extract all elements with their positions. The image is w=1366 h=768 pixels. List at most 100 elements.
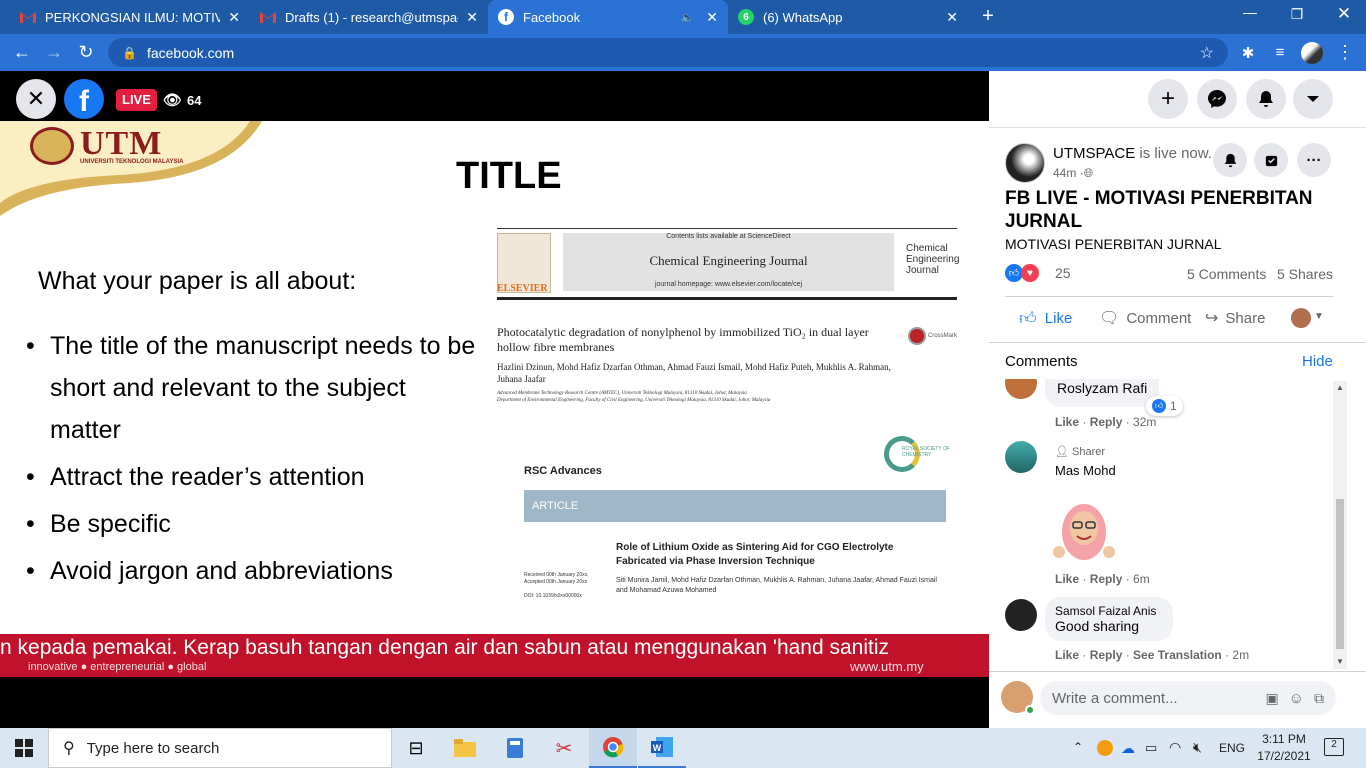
media-control-icon[interactable]: ≡ <box>1265 34 1295 71</box>
chevron-down-icon[interactable]: ▼ <box>1314 311 1324 322</box>
input-language[interactable]: ENG <box>1219 741 1245 755</box>
comments-scrollbar[interactable]: ▲ ▼ <box>1333 381 1347 669</box>
url-text: facebook.com <box>146 44 235 61</box>
gif-icon[interactable]: ⧉ <box>1314 690 1324 707</box>
scrollbar-thumb[interactable] <box>1336 499 1344 649</box>
like-button[interactable]: 👍︎ Like <box>1019 306 1072 330</box>
taskbar-clock[interactable]: 3:11 PM 17/2/2021 <box>1252 731 1316 765</box>
comment-input[interactable]: Write a comment... ▣ ☺ ⧉ <box>1040 681 1336 715</box>
close-tab-icon[interactable]: ✕ <box>466 9 478 26</box>
commenter-avatar[interactable] <box>1005 379 1037 399</box>
notifications-bell-icon[interactable] <box>1246 79 1286 119</box>
comments-heading: Comments <box>1005 353 1078 370</box>
show-hidden-icons-chevron[interactable]: ⌃ <box>1073 740 1083 754</box>
crossmark-icon <box>908 327 926 345</box>
back-button[interactable]: ← <box>7 34 37 71</box>
journal-side-label: Chemical Engineering Journal <box>906 243 960 276</box>
close-window-button[interactable]: ✕ <box>1334 4 1354 28</box>
shares-count[interactable]: 5 Shares <box>1277 266 1333 282</box>
tab-label: (6) WhatsApp <box>763 9 843 25</box>
share-button[interactable]: ↪ Share <box>1205 306 1265 330</box>
volume-muted-icon[interactable]: 🔇︎ <box>1193 739 1202 756</box>
file-explorer-icon[interactable] <box>441 728 489 768</box>
comment-time[interactable]: 6m <box>1133 572 1150 586</box>
comment-actions: Like · Reply · See Translation · 2m <box>1055 648 1250 662</box>
article1-authors: Hazlini Dzinun, Mohd Hafiz Dzarfan Othma… <box>497 362 891 384</box>
extensions-icon[interactable]: ✱ <box>1233 34 1263 71</box>
speaker-icon[interactable]: 🔈 <box>681 11 695 24</box>
scroll-down-arrow-icon[interactable]: ▼ <box>1336 657 1344 666</box>
facebook-logo-icon[interactable]: f <box>64 79 104 119</box>
scroll-up-arrow-icon[interactable]: ▲ <box>1336 383 1344 392</box>
create-button[interactable]: + <box>1148 79 1188 119</box>
tab-drafts[interactable]: Drafts (1) - research@utmspace.e ✕ <box>250 0 488 34</box>
commenter-avatar[interactable] <box>1005 441 1037 473</box>
windows-start-icon[interactable] <box>0 728 48 768</box>
divider <box>497 228 957 229</box>
comment-time[interactable]: 32m <box>1133 415 1156 429</box>
new-tab-button[interactable]: + <box>976 4 1000 28</box>
reload-button[interactable]: ↻ <box>71 34 101 71</box>
onedrive-cloud-icon[interactable]: ☁ <box>1121 740 1135 757</box>
reaction-summary[interactable]: 👍︎ ♥ 25 <box>1005 264 1071 282</box>
restore-button[interactable]: ❐ <box>1287 6 1307 26</box>
commenter-name[interactable]: Roslyzam Rafi <box>1057 380 1147 396</box>
sticker-icon[interactable]: ▣ <box>1265 690 1278 707</box>
commenter-name[interactable]: Mas Mohd <box>1055 463 1116 478</box>
account-menu-chevron-icon[interactable] <box>1293 79 1333 119</box>
comment-like-link[interactable]: Like <box>1055 572 1079 586</box>
close-video-button[interactable]: ✕ <box>16 79 56 119</box>
close-tab-icon[interactable]: ✕ <box>706 9 718 26</box>
comment-bubble: Roslyzam Rafi <box>1045 379 1160 407</box>
more-options-icon[interactable]: ··· <box>1297 143 1331 177</box>
viewer-count-value: 64 <box>187 92 202 108</box>
reaction-profile-avatar[interactable] <box>1291 308 1311 328</box>
forward-button[interactable]: → <box>39 34 69 71</box>
taskbar-search-box[interactable]: ⚲ Type here to search <box>48 728 392 768</box>
save-video-icon[interactable] <box>1254 143 1288 177</box>
calculator-icon[interactable] <box>491 728 539 768</box>
bookmark-star-icon[interactable]: ☆ <box>1200 43 1214 63</box>
chrome-menu-icon[interactable]: ⋮ <box>1330 34 1360 71</box>
messenger-icon[interactable] <box>1197 79 1237 119</box>
commenter-avatar[interactable] <box>1005 599 1037 631</box>
tab-perkongsian[interactable]: PERKONGSIAN ILMU: MOTIVASI I ✕ <box>10 0 250 34</box>
tray-app-icon[interactable] <box>1097 740 1113 756</box>
battery-icon[interactable]: ▭ <box>1145 740 1157 756</box>
post-header: UTMSPACE is live now. <box>1053 145 1212 162</box>
word-icon[interactable]: W <box>638 728 686 768</box>
comment-like-link[interactable]: Like <box>1055 415 1079 429</box>
wifi-icon[interactable]: ◠ <box>1169 739 1181 756</box>
comment-actions: Like · Reply · 6m <box>1055 572 1150 586</box>
page-name-link[interactable]: UTMSPACE <box>1053 145 1135 162</box>
article2-doi: DOI: 10.1039/x0xx00000x <box>524 593 582 599</box>
browser-tab-strip: PERKONGSIAN ILMU: MOTIVASI I ✕ Drafts (1… <box>0 0 1366 34</box>
hide-comments-link[interactable]: Hide <box>1302 353 1333 370</box>
comment-reply-link[interactable]: Reply <box>1090 415 1123 429</box>
action-center-icon[interactable]: 2 <box>1324 738 1344 756</box>
tab-whatsapp[interactable]: 6 (6) WhatsApp ✕ <box>728 0 968 34</box>
comment-like-link[interactable]: Like <box>1055 648 1079 662</box>
comment-reply-link[interactable]: Reply <box>1090 648 1123 662</box>
minimize-button[interactable]: — <box>1240 4 1260 28</box>
commenter-name[interactable]: Samsol Faizal Anis <box>1055 604 1163 618</box>
profile-avatar[interactable] <box>1301 42 1323 64</box>
address-bar[interactable]: 🔒 facebook.com ☆ <box>108 38 1228 67</box>
chrome-icon[interactable] <box>589 728 637 768</box>
post-time[interactable]: 44m <box>1053 166 1076 180</box>
emoji-icon[interactable]: ☺ <box>1289 690 1304 707</box>
follow-bell-icon[interactable] <box>1213 143 1247 177</box>
comment-reply-link[interactable]: Reply <box>1090 572 1123 586</box>
share-arrow-icon: ↪ <box>1205 310 1219 327</box>
page-avatar[interactable] <box>1005 143 1045 183</box>
see-translation-link[interactable]: See Translation <box>1133 648 1222 662</box>
task-view-icon[interactable]: ⊟ <box>392 728 440 768</box>
comment-time[interactable]: 2m <box>1232 648 1249 662</box>
close-tab-icon[interactable]: ✕ <box>946 9 958 26</box>
tab-facebook[interactable]: f Facebook 🔈 ✕ <box>488 0 728 34</box>
comment-button[interactable]: 🗨︎ Comment <box>1099 306 1191 330</box>
snipping-tool-icon[interactable]: ✂ <box>540 728 588 768</box>
close-tab-icon[interactable]: ✕ <box>228 9 240 26</box>
comment-reaction-badge[interactable]: 👍︎ 1 <box>1146 396 1183 416</box>
comments-count[interactable]: 5 Comments <box>1187 266 1266 282</box>
